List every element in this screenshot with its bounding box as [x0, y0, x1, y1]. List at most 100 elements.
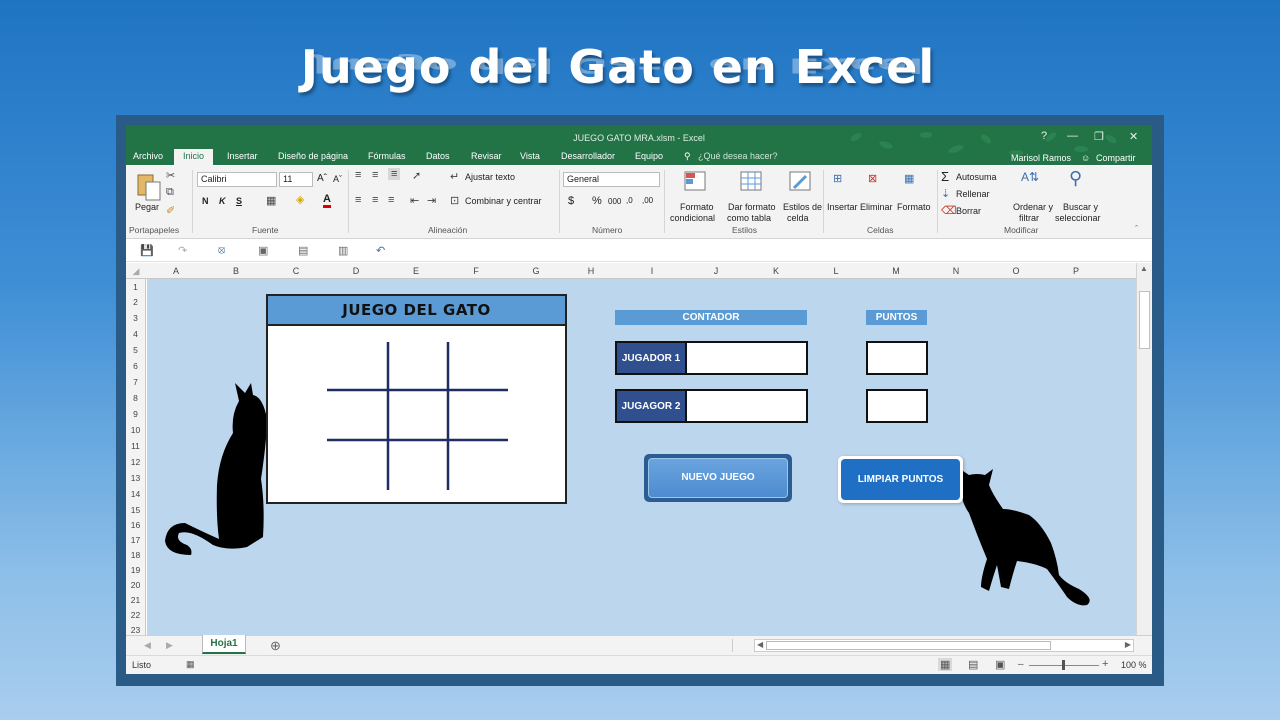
sort-filter-line2[interactable]: filtrar — [1019, 213, 1039, 223]
format-as-table-line2[interactable]: como tabla — [727, 213, 771, 223]
cell-styles-line2[interactable]: celda — [787, 213, 809, 223]
zoom-in-button[interactable]: + — [1102, 658, 1108, 670]
row-header[interactable]: 14 — [126, 489, 145, 499]
undo-icon[interactable]: ↶ — [376, 244, 385, 257]
find-select-line1[interactable]: Buscar y — [1063, 202, 1098, 212]
row-header[interactable]: 23 — [126, 625, 145, 635]
paste-button[interactable]: Pegar — [135, 202, 159, 212]
column-header[interactable]: E — [387, 266, 445, 276]
row-header[interactable]: 22 — [126, 610, 145, 620]
underline-button[interactable]: S — [236, 196, 242, 206]
row-header[interactable]: 19 — [126, 565, 145, 575]
tab-inicio[interactable]: Inicio — [174, 149, 214, 166]
currency-button[interactable]: $ — [568, 195, 574, 207]
row-header[interactable]: 4 — [126, 329, 145, 339]
copy-icon[interactable]: ⧉ — [166, 186, 174, 199]
tab-desarrollador[interactable]: Desarrollador — [561, 151, 615, 161]
column-header[interactable]: O — [985, 266, 1047, 276]
column-header[interactable]: N — [927, 266, 985, 276]
shrink-font-button[interactable]: Aˇ — [333, 174, 342, 184]
borders-icon[interactable]: ▦ — [266, 194, 276, 207]
column-header[interactable]: J — [687, 266, 745, 276]
increase-indent-icon[interactable]: ⇥ — [427, 194, 436, 207]
grow-font-button[interactable]: Aˆ — [317, 173, 327, 184]
prev-sheet-icon[interactable]: ◀ — [144, 640, 151, 651]
row-header[interactable]: 10 — [126, 425, 145, 435]
tab-revisar[interactable]: Revisar — [471, 151, 502, 161]
align-right-icon[interactable]: ≡ — [388, 194, 394, 206]
merge-center-button[interactable]: Combinar y centrar — [465, 196, 542, 206]
font-color-icon[interactable]: A — [323, 193, 331, 208]
row-header[interactable]: 6 — [126, 361, 145, 371]
align-center-icon[interactable]: ≡ — [372, 194, 378, 206]
fill-button[interactable]: Rellenar — [956, 189, 990, 199]
cell-styles-line1[interactable]: Estilos de — [783, 202, 822, 212]
align-middle-icon[interactable]: ≡ — [372, 169, 378, 181]
zoom-out-button[interactable]: – — [1018, 659, 1024, 670]
decrease-decimal-button[interactable]: ,00 — [642, 196, 653, 205]
row-header[interactable]: 13 — [126, 473, 145, 483]
zoom-slider-thumb[interactable] — [1062, 660, 1065, 670]
column-header[interactable]: L — [807, 266, 865, 276]
scroll-up-icon[interactable]: ▲ — [1140, 264, 1148, 273]
add-sheet-icon[interactable]: ⊕ — [270, 638, 281, 654]
row-header[interactable]: 3 — [126, 313, 145, 323]
scroll-left-icon[interactable]: ◀ — [757, 640, 763, 649]
scroll-right-icon[interactable]: ▶ — [1125, 640, 1131, 649]
player1-points-cell[interactable] — [866, 341, 928, 375]
decrease-indent-icon[interactable]: ⇤ — [410, 194, 419, 207]
column-header[interactable]: P — [1047, 266, 1105, 276]
italic-button[interactable]: K — [219, 196, 226, 206]
column-header[interactable]: B — [205, 266, 267, 276]
user-name[interactable]: Marisol Ramos — [1011, 153, 1071, 163]
player2-points-cell[interactable] — [866, 389, 928, 423]
wrap-text-button[interactable]: Ajustar texto — [465, 172, 515, 182]
tab-formulas[interactable]: Fórmulas — [368, 151, 406, 161]
tell-me-search[interactable]: ¿Qué desea hacer? — [698, 151, 778, 161]
find-select-line2[interactable]: seleccionar — [1055, 213, 1101, 223]
row-header[interactable]: 2 — [126, 297, 145, 307]
player1-name-input[interactable] — [685, 341, 808, 375]
horizontal-scrollbar[interactable]: ◀ ▶ — [754, 639, 1134, 652]
page-break-icon[interactable]: ▣ — [995, 658, 1005, 671]
tab-vista[interactable]: Vista — [520, 151, 540, 161]
clear-points-button[interactable]: LIMPIAR PUNTOS — [838, 456, 963, 503]
number-format-select[interactable]: General — [563, 172, 660, 187]
font-name-select[interactable]: Calibri — [197, 172, 277, 187]
row-header[interactable]: 17 — [126, 535, 145, 545]
redo-icon[interactable]: ↷ — [178, 244, 187, 257]
column-header[interactable]: C — [267, 266, 325, 276]
increase-decimal-button[interactable]: ,0 — [626, 196, 633, 205]
align-bottom-icon[interactable]: ≡ — [388, 168, 401, 180]
row-header[interactable]: 9 — [126, 409, 145, 419]
bold-button[interactable]: N — [202, 196, 209, 206]
row-header[interactable]: 15 — [126, 505, 145, 515]
conditional-format-line2[interactable]: condicional — [670, 213, 715, 223]
orientation-icon[interactable]: ➚ — [412, 169, 421, 182]
format-painter-icon[interactable]: ✐ — [166, 204, 175, 217]
row-header[interactable]: 18 — [126, 550, 145, 560]
horizontal-scroll-thumb[interactable] — [766, 641, 1051, 650]
player2-name-input[interactable] — [685, 389, 808, 423]
normal-view-icon[interactable]: ▦ — [938, 658, 953, 671]
save-icon[interactable]: 💾 — [140, 244, 154, 257]
clear-button[interactable]: Borrar — [956, 206, 981, 216]
page-layout-icon[interactable]: ▤ — [968, 658, 978, 671]
tab-archivo[interactable]: Archivo — [133, 151, 163, 161]
row-header[interactable]: 12 — [126, 457, 145, 467]
column-header[interactable]: D — [325, 266, 387, 276]
fill-color-icon[interactable]: ◈ — [296, 193, 304, 206]
column-header[interactable]: F — [445, 266, 507, 276]
align-top-icon[interactable]: ≡ — [355, 169, 361, 181]
share-button[interactable]: Compartir — [1096, 153, 1136, 163]
align-left-icon[interactable]: ≡ — [355, 194, 361, 206]
insert-cells-button[interactable]: Insertar — [827, 202, 858, 212]
row-header[interactable]: 7 — [126, 377, 145, 387]
conditional-format-line1[interactable]: Formato — [680, 202, 714, 212]
thousands-button[interactable]: 000 — [608, 197, 621, 206]
row-header[interactable]: 8 — [126, 393, 145, 403]
collapse-ribbon-icon[interactable]: ˆ — [1135, 224, 1138, 234]
paste-icon[interactable] — [134, 172, 164, 202]
scroll-thumb[interactable] — [1139, 291, 1150, 349]
row-header[interactable]: 1 — [126, 282, 145, 292]
